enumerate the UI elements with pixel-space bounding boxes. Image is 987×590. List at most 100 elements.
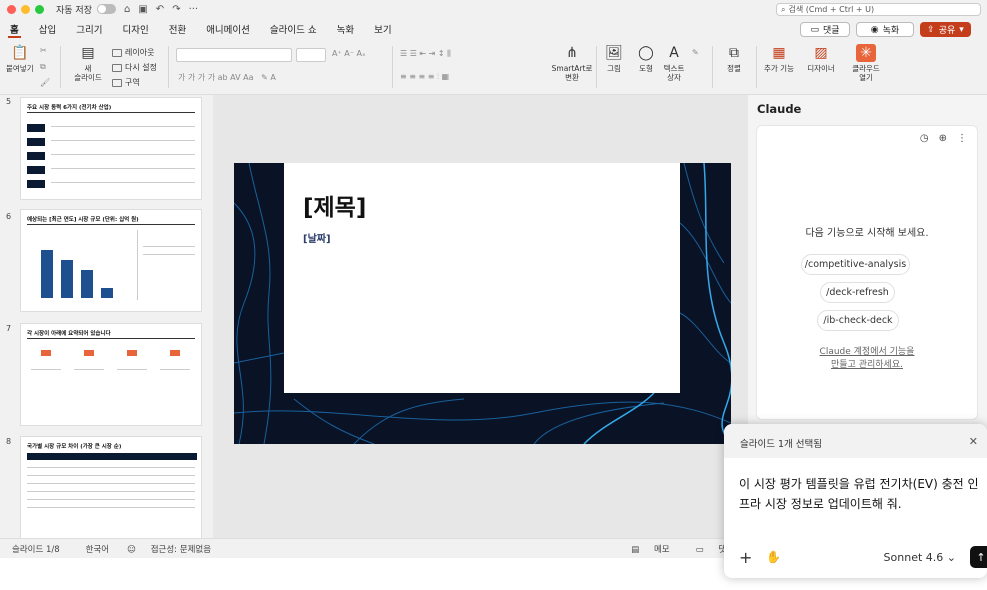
- font-format-controls[interactable]: 가 가 가 가 ab AV Aa ✎ A: [178, 72, 276, 83]
- home-icon[interactable]: ⌂: [124, 4, 130, 15]
- send-button[interactable]: ↑: [970, 546, 987, 568]
- divider: [596, 46, 597, 88]
- draw-icon[interactable]: ✎: [692, 48, 699, 57]
- share-icon: ⇪: [927, 24, 935, 35]
- tab-5[interactable]: 애니메이션: [196, 18, 260, 40]
- market-icon: [127, 350, 137, 356]
- cut-icon[interactable]: ✂: [40, 46, 47, 55]
- shape-button[interactable]: ◯ 도형: [632, 44, 660, 74]
- more-icon[interactable]: ···: [189, 4, 199, 15]
- layout-button[interactable]: 레이아웃: [112, 47, 154, 58]
- divider: [60, 46, 61, 88]
- tab-4[interactable]: 전환: [159, 18, 196, 40]
- divider: [27, 224, 195, 225]
- slide-thumbnail-7[interactable]: 각 시장이 아래에 요약되어 있습니다: [20, 323, 202, 426]
- tab-6[interactable]: 슬라이드 쇼: [260, 18, 327, 40]
- slide-thumbnail-8[interactable]: 국가별 시장 규모 차이 (가장 큰 시장 순): [20, 436, 202, 538]
- designer-button[interactable]: ▨ 디자이너: [804, 44, 838, 74]
- add-icon[interactable]: +: [739, 548, 752, 567]
- chart-bar: [61, 260, 73, 298]
- text-line: [31, 369, 61, 370]
- manage-link-text: Claude 계정에서 기능을 만들고 관리하세요.: [819, 347, 915, 370]
- text-line: [74, 369, 104, 370]
- paste-button[interactable]: 📋 붙여넣기: [6, 44, 34, 74]
- tab-7[interactable]: 녹화: [327, 18, 364, 40]
- hand-icon[interactable]: ✋: [766, 550, 781, 564]
- tab-0[interactable]: 홈: [0, 18, 29, 40]
- font-size-controls[interactable]: A⁺ A⁻ Aₓ: [332, 49, 366, 58]
- ribbon: 📋 붙여넣기 ✂ ⧉ 🖌 ▤ 새 슬라이드 레이아웃 다시 설정 구역 A⁺ A⁻ …: [0, 40, 987, 95]
- thumbnail-number: 5: [6, 97, 12, 106]
- addins-button[interactable]: ▦ 추가 기능: [762, 44, 796, 74]
- new-slide-button[interactable]: ▤ 새 슬라이드: [70, 44, 106, 83]
- comment-button[interactable]: ▭ 댓글: [800, 22, 850, 37]
- slide-date[interactable]: [날짜]: [303, 230, 331, 245]
- redo-icon[interactable]: ↷: [172, 4, 180, 15]
- text-line: [117, 369, 147, 370]
- tab-8[interactable]: 보기: [364, 18, 401, 40]
- search-box[interactable]: ⌕ 검색 (Cmd + Ctrl + U): [776, 3, 981, 16]
- autosave-label: 자동 저장: [56, 5, 92, 16]
- command-pill[interactable]: /competitive-analysis: [801, 254, 910, 275]
- font-family-select[interactable]: [176, 48, 292, 62]
- slide-thumbnail-5[interactable]: 주요 시장 동력 6가지 (전기차 산업): [20, 97, 202, 200]
- command-pill[interactable]: /ib-check-deck: [817, 310, 899, 331]
- tab-2[interactable]: 그리기: [66, 18, 112, 40]
- close-window-button[interactable]: [7, 4, 16, 14]
- autosave[interactable]: 자동 저장: [56, 3, 116, 16]
- notes-button[interactable]: ▤ 메모: [631, 543, 669, 555]
- model-selector[interactable]: Sonnet 4.6 ⌄: [884, 551, 956, 564]
- designer-label: 디자이너: [807, 64, 835, 73]
- align-controls[interactable]: ≡ ≡ ≡ ≡ ⫶ ▦: [400, 72, 449, 82]
- slide-title[interactable]: [제목]: [303, 188, 366, 222]
- autosave-toggle[interactable]: [96, 4, 116, 14]
- manage-skills-link[interactable]: Claude 계정에서 기능을 만들고 관리하세요.: [757, 346, 977, 372]
- textbox-button[interactable]: A 텍스트 상자: [660, 44, 688, 83]
- text-line: [51, 140, 195, 141]
- title-card[interactable]: [제목] [날짜]: [284, 163, 680, 393]
- record-button[interactable]: ◉ 녹화: [856, 22, 914, 37]
- slide-thumbnail-6[interactable]: 예상되는 [최근 연도] 시장 규모 (단위: 십억 원): [20, 209, 202, 312]
- divider: [168, 46, 169, 88]
- divider: [756, 46, 757, 88]
- format-painter-icon[interactable]: 🖌: [40, 78, 50, 87]
- picture-button[interactable]: 🖼 그림: [600, 44, 628, 74]
- claude-open-button[interactable]: ✳ 클라우드 열기: [848, 44, 884, 82]
- smartart-button[interactable]: ⋔ SmartArt로 변환: [551, 44, 593, 83]
- reset-button[interactable]: 다시 설정: [112, 62, 157, 73]
- table-row: [27, 499, 195, 500]
- more-options-icon[interactable]: ⋮: [957, 133, 967, 144]
- text-line: [143, 246, 195, 247]
- history-icon[interactable]: ◷: [920, 133, 929, 144]
- thumbnail-number: 7: [6, 324, 12, 333]
- tab-1[interactable]: 삽입: [29, 18, 66, 40]
- accessibility-label: 접근성: 문제없음: [150, 544, 212, 555]
- language-indicator[interactable]: 한국어: [86, 543, 109, 555]
- command-pill[interactable]: /deck-refresh: [820, 282, 895, 303]
- smartart-label: SmartArt로 변환: [551, 64, 593, 82]
- prompt-input[interactable]: 이 시장 평가 템플릿을 유럽 전기차(EV) 충전 인프라 시장 정보로 업데…: [739, 474, 979, 514]
- new-chat-icon[interactable]: ⊕: [939, 133, 947, 144]
- list-controls[interactable]: ☰ ☰ ⇤ ⇥ ↕ ⫼: [400, 49, 451, 59]
- accessibility-indicator[interactable]: ☺ 접근성: 문제없음: [127, 543, 211, 555]
- undo-icon[interactable]: ↶: [156, 4, 164, 15]
- save-icon[interactable]: ▣: [138, 4, 147, 15]
- title-bar: 자동 저장 ⌂ ▣ ↶ ↷ ··· ⌕ 검색 (Cmd + Ctrl + U): [0, 0, 987, 18]
- row-label: [27, 166, 45, 174]
- share-button[interactable]: ⇪ 공유 ▾: [920, 22, 971, 37]
- section-button[interactable]: 구역: [112, 77, 140, 88]
- text-line: [51, 182, 195, 183]
- tab-3[interactable]: 디자인: [112, 18, 158, 40]
- current-slide[interactable]: [제목] [날짜]: [234, 163, 731, 444]
- close-icon[interactable]: ✕: [969, 435, 978, 448]
- font-size-select[interactable]: [296, 48, 326, 62]
- picture-icon: 🖼: [605, 44, 623, 61]
- arrange-button[interactable]: ⧉ 정렬: [720, 44, 748, 74]
- claude-pane-title: Claude: [757, 102, 802, 116]
- window-controls[interactable]: [7, 4, 44, 14]
- table-row: [27, 507, 195, 508]
- copy-icon[interactable]: ⧉: [40, 62, 46, 72]
- minimize-window-button[interactable]: [21, 4, 30, 14]
- search-placeholder: 검색 (Cmd + Ctrl + U): [788, 5, 875, 14]
- maximize-window-button[interactable]: [35, 4, 44, 14]
